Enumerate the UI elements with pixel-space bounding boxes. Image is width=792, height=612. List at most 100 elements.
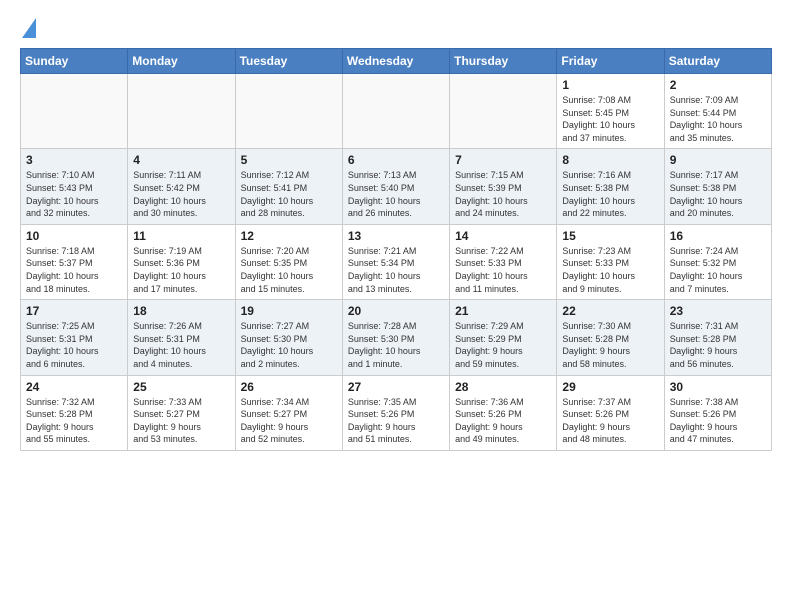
calendar-cell: 3 Sunrise: 7:10 AMSunset: 5:43 PMDaylight… [21, 149, 128, 224]
calendar-cell: 6 Sunrise: 7:13 AMSunset: 5:40 PMDaylight… [342, 149, 449, 224]
day-info: Sunrise: 7:18 AMSunset: 5:37 PMDaylight:… [26, 245, 122, 295]
calendar-cell: 14 Sunrise: 7:22 AMSunset: 5:33 PMDayligh… [450, 224, 557, 299]
calendar-cell: 11 Sunrise: 7:19 AMSunset: 5:36 PMDayligh… [128, 224, 235, 299]
calendar-cell [128, 74, 235, 149]
day-number: 4 [133, 153, 229, 167]
page: SundayMondayTuesdayWednesdayThursdayFrid… [0, 0, 792, 461]
day-number: 15 [562, 229, 658, 243]
calendar-cell: 20 Sunrise: 7:28 AMSunset: 5:30 PMDayligh… [342, 300, 449, 375]
calendar-cell: 13Sunrise: 7:21 AMSunset: 5:34 PMDayligh… [342, 224, 449, 299]
day-info: Sunrise: 7:26 AMSunset: 5:31 PMDaylight:… [133, 320, 229, 370]
calendar-cell: 1Sunrise: 7:08 AMSunset: 5:45 PMDaylight… [557, 74, 664, 149]
day-number: 30 [670, 380, 766, 394]
day-number: 9 [670, 153, 766, 167]
day-info: Sunrise: 7:25 AMSunset: 5:31 PMDaylight:… [26, 320, 122, 370]
day-info: Sunrise: 7:23 AMSunset: 5:33 PMDaylight:… [562, 245, 658, 295]
weekday-header: Thursday [450, 49, 557, 74]
header [20, 20, 772, 38]
calendar-cell [342, 74, 449, 149]
calendar-cell: 9 Sunrise: 7:17 AMSunset: 5:38 PMDaylight… [664, 149, 771, 224]
day-info: Sunrise: 7:35 AMSunset: 5:26 PMDaylight:… [348, 396, 444, 446]
calendar-cell [450, 74, 557, 149]
calendar-cell [235, 74, 342, 149]
day-info: Sunrise: 7:28 AMSunset: 5:30 PMDaylight:… [348, 320, 444, 370]
day-number: 12 [241, 229, 337, 243]
logo [20, 20, 36, 38]
calendar-cell: 29Sunrise: 7:37 AMSunset: 5:26 PMDayligh… [557, 375, 664, 450]
day-number: 22 [562, 304, 658, 318]
day-info: Sunrise: 7:24 AMSunset: 5:32 PMDaylight:… [670, 245, 766, 295]
calendar-cell: 15 Sunrise: 7:23 AMSunset: 5:33 PMDayligh… [557, 224, 664, 299]
day-number: 19 [241, 304, 337, 318]
day-info: Sunrise: 7:15 AMSunset: 5:39 PMDaylight:… [455, 169, 551, 219]
weekday-header: Tuesday [235, 49, 342, 74]
calendar-cell: 19 Sunrise: 7:27 AMSunset: 5:30 PMDayligh… [235, 300, 342, 375]
calendar-cell: 26 Sunrise: 7:34 AMSunset: 5:27 PMDayligh… [235, 375, 342, 450]
day-info: Sunrise: 7:20 AMSunset: 5:35 PMDaylight:… [241, 245, 337, 295]
day-number: 27 [348, 380, 444, 394]
calendar-cell: 25Sunrise: 7:33 AMSunset: 5:27 PMDayligh… [128, 375, 235, 450]
weekday-header: Saturday [664, 49, 771, 74]
day-info: Sunrise: 7:10 AMSunset: 5:43 PMDaylight:… [26, 169, 122, 219]
calendar-cell: 17 Sunrise: 7:25 AMSunset: 5:31 PMDayligh… [21, 300, 128, 375]
calendar-cell: 22 Sunrise: 7:30 AMSunset: 5:28 PMDayligh… [557, 300, 664, 375]
day-number: 26 [241, 380, 337, 394]
day-info: Sunrise: 7:22 AMSunset: 5:33 PMDaylight:… [455, 245, 551, 295]
calendar-cell: 18 Sunrise: 7:26 AMSunset: 5:31 PMDayligh… [128, 300, 235, 375]
calendar-cell: 21 Sunrise: 7:29 AMSunset: 5:29 PMDayligh… [450, 300, 557, 375]
calendar-cell: 23 Sunrise: 7:31 AMSunset: 5:28 PMDayligh… [664, 300, 771, 375]
day-info: Sunrise: 7:11 AMSunset: 5:42 PMDaylight:… [133, 169, 229, 219]
calendar-cell: 28Sunrise: 7:36 AMSunset: 5:26 PMDayligh… [450, 375, 557, 450]
calendar-cell: 24Sunrise: 7:32 AMSunset: 5:28 PMDayligh… [21, 375, 128, 450]
weekday-header: Wednesday [342, 49, 449, 74]
calendar-cell: 2Sunrise: 7:09 AMSunset: 5:44 PMDaylight… [664, 74, 771, 149]
day-number: 6 [348, 153, 444, 167]
day-info: Sunrise: 7:33 AMSunset: 5:27 PMDaylight:… [133, 396, 229, 446]
day-number: 20 [348, 304, 444, 318]
calendar-cell [21, 74, 128, 149]
logo-triangle-icon [22, 18, 36, 38]
calendar-cell: 7 Sunrise: 7:15 AMSunset: 5:39 PMDaylight… [450, 149, 557, 224]
day-info: Sunrise: 7:30 AMSunset: 5:28 PMDaylight:… [562, 320, 658, 370]
calendar-week-row: 17 Sunrise: 7:25 AMSunset: 5:31 PMDayligh… [21, 300, 772, 375]
day-number: 28 [455, 380, 551, 394]
calendar-cell: 5Sunrise: 7:12 AMSunset: 5:41 PMDaylight… [235, 149, 342, 224]
calendar: SundayMondayTuesdayWednesdayThursdayFrid… [20, 48, 772, 451]
day-number: 10 [26, 229, 122, 243]
calendar-week-row: 24Sunrise: 7:32 AMSunset: 5:28 PMDayligh… [21, 375, 772, 450]
calendar-cell: 12 Sunrise: 7:20 AMSunset: 5:35 PMDayligh… [235, 224, 342, 299]
calendar-cell: 10 Sunrise: 7:18 AMSunset: 5:37 PMDayligh… [21, 224, 128, 299]
day-info: Sunrise: 7:27 AMSunset: 5:30 PMDaylight:… [241, 320, 337, 370]
day-number: 29 [562, 380, 658, 394]
day-number: 2 [670, 78, 766, 92]
day-number: 3 [26, 153, 122, 167]
calendar-week-row: 3 Sunrise: 7:10 AMSunset: 5:43 PMDaylight… [21, 149, 772, 224]
calendar-cell: 4 Sunrise: 7:11 AMSunset: 5:42 PMDaylight… [128, 149, 235, 224]
day-number: 14 [455, 229, 551, 243]
day-info: Sunrise: 7:19 AMSunset: 5:36 PMDaylight:… [133, 245, 229, 295]
calendar-header-row: SundayMondayTuesdayWednesdayThursdayFrid… [21, 49, 772, 74]
day-info: Sunrise: 7:13 AMSunset: 5:40 PMDaylight:… [348, 169, 444, 219]
day-number: 21 [455, 304, 551, 318]
day-number: 11 [133, 229, 229, 243]
day-info: Sunrise: 7:31 AMSunset: 5:28 PMDaylight:… [670, 320, 766, 370]
day-info: Sunrise: 7:34 AMSunset: 5:27 PMDaylight:… [241, 396, 337, 446]
day-number: 18 [133, 304, 229, 318]
day-number: 23 [670, 304, 766, 318]
calendar-week-row: 10 Sunrise: 7:18 AMSunset: 5:37 PMDayligh… [21, 224, 772, 299]
day-info: Sunrise: 7:38 AMSunset: 5:26 PMDaylight:… [670, 396, 766, 446]
day-number: 7 [455, 153, 551, 167]
day-info: Sunrise: 7:08 AMSunset: 5:45 PMDaylight:… [562, 94, 658, 144]
day-info: Sunrise: 7:16 AMSunset: 5:38 PMDaylight:… [562, 169, 658, 219]
calendar-week-row: 1Sunrise: 7:08 AMSunset: 5:45 PMDaylight… [21, 74, 772, 149]
weekday-header: Monday [128, 49, 235, 74]
day-info: Sunrise: 7:17 AMSunset: 5:38 PMDaylight:… [670, 169, 766, 219]
day-number: 13 [348, 229, 444, 243]
day-info: Sunrise: 7:29 AMSunset: 5:29 PMDaylight:… [455, 320, 551, 370]
day-number: 8 [562, 153, 658, 167]
day-info: Sunrise: 7:32 AMSunset: 5:28 PMDaylight:… [26, 396, 122, 446]
calendar-cell: 16Sunrise: 7:24 AMSunset: 5:32 PMDayligh… [664, 224, 771, 299]
calendar-cell: 30 Sunrise: 7:38 AMSunset: 5:26 PMDayligh… [664, 375, 771, 450]
day-number: 17 [26, 304, 122, 318]
weekday-header: Sunday [21, 49, 128, 74]
